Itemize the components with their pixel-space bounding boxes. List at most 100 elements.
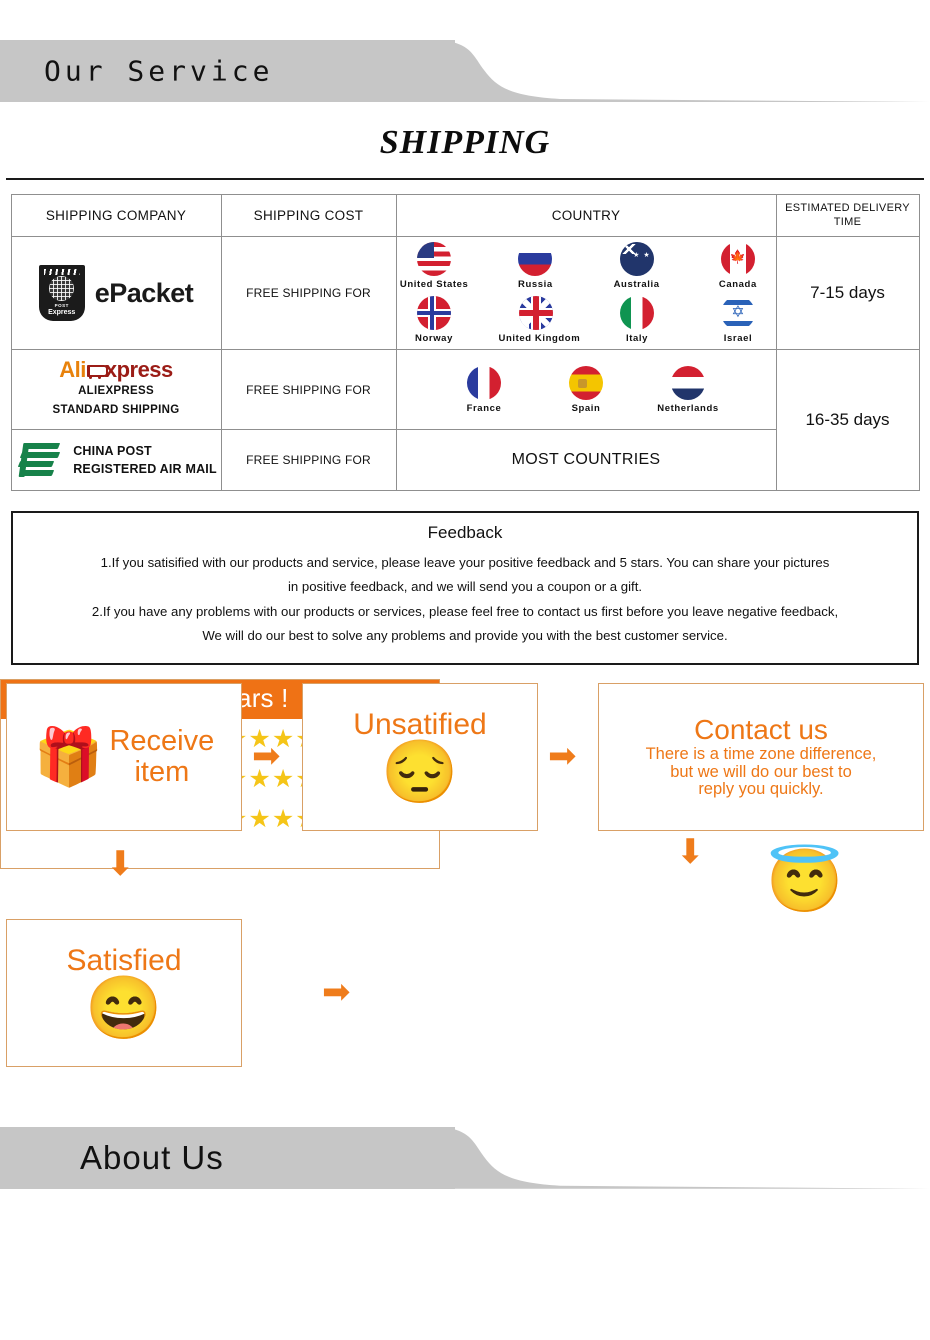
shipping-title-section: SHIPPING [0, 102, 930, 178]
flag-label-italy: Italy [625, 333, 648, 344]
flag-australia: Australia [600, 242, 673, 290]
flag-label-france: France [466, 402, 502, 414]
header-banner-our-service: Our Service [0, 40, 930, 102]
china-post-line2: REGISTERED AIR MAIL [73, 462, 217, 477]
feedback-section: Feedback 1.If you satisified with our pr… [11, 511, 919, 665]
france-flag-icon [467, 365, 501, 400]
flag-label-spain: Spain [571, 402, 601, 414]
feedback-line-4: We will do our best to solve any problem… [202, 628, 728, 644]
feedback-line-3: 2.If you have any problems with our prod… [91, 603, 839, 619]
flag-group-row3: France Spain Netherlands [398, 362, 775, 418]
united-states-flag-icon [417, 242, 452, 276]
aliexpress-wordmark: Ali xpress [13, 359, 220, 381]
cell-cost-epacket: FREE SHIPPING FOR [220, 236, 397, 350]
cell-time-epacket: 7-15 days [775, 236, 920, 350]
contact-body-text: There is a time zone difference, but we … [646, 746, 877, 798]
israel-flag-icon [721, 296, 755, 330]
header-shipping-cost: SHIPPING COST [220, 194, 397, 237]
italy-flag-icon [620, 296, 654, 330]
flag-label-canada: Canada [718, 279, 757, 290]
epacket-wordmark: ePacket [94, 277, 194, 308]
angel-face-icon: 😇 [766, 846, 844, 916]
header-country: COUNTRY [395, 194, 777, 237]
flow-box-contact-us: Contact us There is a time zone differen… [598, 682, 924, 831]
flow-label-receive-item: Receive item [109, 726, 214, 787]
table-header-row: SHIPPING COMPANY SHIPPING COST COUNTRY E… [10, 194, 920, 237]
contact-line3: reply you quickly. [698, 780, 824, 799]
flag-label-netherlands: Netherlands [657, 402, 719, 414]
flag-united-states: United States [398, 242, 471, 290]
flag-label-russia: Russia [517, 279, 553, 290]
happy-face-icon: 😄 [85, 974, 163, 1044]
receive-line2: item [134, 755, 190, 788]
shipping-title: SHIPPING [379, 124, 551, 161]
china-post-logo: CHINA POST REGISTERED AIR MAIL [13, 431, 220, 489]
header-delivery-line2: TIME [833, 215, 862, 228]
contact-line2: but we will do our best to [670, 762, 852, 781]
flag-france: France [447, 365, 521, 414]
cell-country-most: MOST COUNTRIES [395, 429, 777, 492]
united-kingdom-flag-icon [518, 296, 553, 330]
flag-label-us: United States [399, 279, 469, 290]
footer-banner-about-us: About Us [0, 1126, 930, 1189]
gift-icon: 🎁 [33, 724, 104, 788]
netherlands-flag-icon [671, 365, 705, 400]
sad-face-icon: 😔 [381, 738, 459, 808]
badge-stripes [43, 269, 80, 275]
flag-spain: Spain [549, 365, 623, 414]
cell-cost-aliexpress: FREE SHIPPING FOR [220, 348, 397, 431]
cell-country-epacket: United States Russia Australia Canada [395, 236, 777, 350]
xpress-text: xpress [104, 357, 173, 382]
russia-flag-icon [518, 242, 553, 276]
globe-icon [49, 276, 75, 302]
epacket-logo: POST Express ePacket [13, 250, 220, 336]
cell-cost-china-post: FREE SHIPPING FOR [220, 429, 397, 492]
header-estimated-delivery-time: ESTIMATED DELIVERY TIME [775, 194, 920, 237]
flow-box-unsatisfied: Unsatified 😔 [302, 682, 538, 831]
feedback-flow-diagram: 🎁 Receive item ➡ Unsatified 😔 ➡ Contact … [0, 678, 930, 1109]
arrow-right-icon-1: ➡ [252, 736, 281, 775]
china-post-text: CHINA POST REGISTERED AIR MAIL [73, 442, 217, 478]
banner-title-our-service: Our Service [44, 54, 274, 88]
flag-label-israel: Israel [723, 333, 753, 344]
flow-label-contact-us: Contact us [694, 714, 828, 746]
cell-company-aliexpress: Ali xpress ALIEXPRESS STANDARD SHIPPING [10, 348, 222, 431]
flag-russia: Russia [499, 242, 572, 290]
flow-label-satisfied: Satisfied [66, 943, 182, 977]
flag-group-row1: United States Russia Australia Canada [398, 238, 775, 294]
australia-flag-icon [619, 242, 654, 276]
flag-label-australia: Australia [613, 279, 660, 290]
flow-label-unsatisfied: Unsatified [353, 707, 487, 741]
feedback-line-2: in positive feedback, and we will send y… [287, 579, 643, 595]
banner-title-about-us: About Us [80, 1138, 224, 1176]
cell-country-aliexpress: France Spain Netherlands [395, 348, 777, 431]
badge-text: POST Express [48, 304, 75, 316]
shopping-cart-icon [86, 363, 108, 379]
flag-label-norway: Norway [415, 333, 453, 344]
flow-box-receive-item: 🎁 Receive item [6, 682, 242, 831]
arrow-right-icon-2: ➡ [548, 736, 577, 775]
flag-group-row2: Norway United Kingdom Italy Israel [398, 294, 775, 348]
china-post-line1: CHINA POST [73, 443, 152, 458]
flag-united-kingdom: United Kingdom [499, 296, 580, 344]
aliexpress-sub-line1: ALIEXPRESS [78, 385, 154, 397]
badge-express-label: Express [48, 308, 76, 316]
canada-flag-icon [720, 242, 755, 276]
china-post-mark-icon [15, 439, 61, 481]
header-shipping-company: SHIPPING COMPANY [10, 194, 222, 237]
flow-box-satisfied: Satisfied 😄 [6, 918, 242, 1067]
aliexpress-logo: Ali xpress ALIEXPRESS STANDARD SHIPPING [13, 351, 220, 428]
arrow-down-icon-2: ⬇ [676, 832, 705, 871]
receive-line1: Receive [109, 725, 215, 758]
aliexpress-sub-line2: STANDARD SHIPPING [52, 403, 180, 416]
flag-israel: Israel [702, 296, 775, 344]
contact-line1: There is a time zone difference, [645, 745, 877, 764]
table-row-aliexpress: Ali xpress ALIEXPRESS STANDARD SHIPPING F… [10, 348, 920, 492]
flag-italy: Italy [601, 296, 674, 344]
ali-text: Ali [59, 357, 86, 382]
header-delivery-line1: ESTIMATED DELIVERY [785, 201, 910, 214]
flag-canada: Canada [701, 242, 774, 290]
cell-company-china-post: CHINA POST REGISTERED AIR MAIL [10, 429, 222, 492]
flag-netherlands: Netherlands [651, 365, 725, 414]
arrow-right-icon-3: ➡ [322, 972, 351, 1011]
